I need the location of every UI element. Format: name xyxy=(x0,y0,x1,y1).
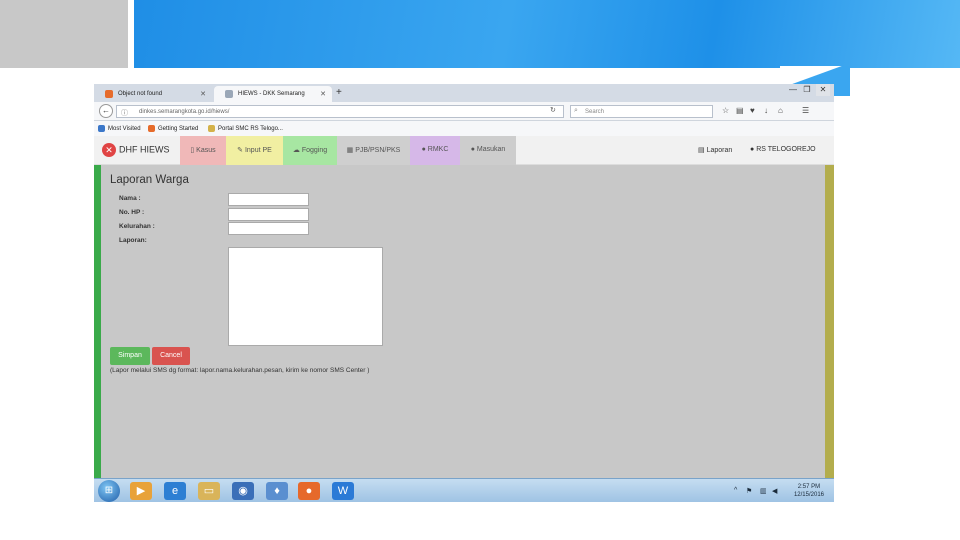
nama-label: Nama : xyxy=(119,195,141,202)
volume-icon[interactable]: ◀ xyxy=(772,487,777,495)
menu-fogging[interactable]: ☁ Fogging xyxy=(283,136,337,165)
flag-icon[interactable]: ⚑ xyxy=(746,487,752,495)
reload-icon[interactable]: ↻ xyxy=(550,106,556,114)
maximize-button[interactable]: ❐ xyxy=(800,84,814,96)
user-link[interactable]: ● RS TELOGOREJO xyxy=(750,146,816,153)
folder-icon xyxy=(208,125,215,132)
browser-screenshot: Object not found ✕ HIEWS - DKK Semarang … xyxy=(94,84,834,502)
word-icon[interactable]: W xyxy=(332,482,354,500)
navigation-bar: ← ⓘ dinkes.semarangkota.go.id/hiews/ ↻ ⌕… xyxy=(94,102,834,121)
bookmark-icon xyxy=(98,125,105,132)
tab-bar: Object not found ✕ HIEWS - DKK Semarang … xyxy=(94,84,834,102)
bookmarks-bar: Most Visited Getting Started Portal SMC … xyxy=(94,121,834,136)
tab-favicon-icon xyxy=(105,90,113,98)
browser-tab-hiews[interactable]: HIEWS - DKK Semarang ✕ xyxy=(214,86,332,102)
app-navbar: ✕ DHF HIEWS ▯ Kasus ✎ Input PE ☁ Fogging … xyxy=(94,136,834,165)
slide: Object not found ✕ HIEWS - DKK Semarang … xyxy=(0,0,960,540)
clock-date: 12/15/2016 xyxy=(793,492,824,498)
internet-explorer-icon[interactable]: e xyxy=(164,482,186,500)
minimize-button[interactable]: — xyxy=(786,84,800,96)
brand-label: DHF HIEWS xyxy=(119,144,170,155)
search-icon: ⌕ xyxy=(574,107,578,114)
app-icon[interactable]: ◉ xyxy=(232,482,254,500)
search-input[interactable]: ⌕ Search xyxy=(570,105,713,118)
security-shield-icon[interactable]: ♦ xyxy=(266,482,288,500)
clock-time: 2:57 PM xyxy=(797,484,821,490)
search-placeholder: Search xyxy=(585,109,605,115)
windows-taskbar: ⊞ ▶ e ▭ ◉ ♦ ● W ^ ⚑ ▥ ◀ 2:57 PM 12/15/20… xyxy=(94,478,834,502)
cancel-button[interactable]: Cancel xyxy=(152,347,190,365)
olive-sidebar-bar xyxy=(825,165,834,478)
new-tab-button[interactable]: + xyxy=(336,87,342,98)
kelurahan-input[interactable] xyxy=(228,222,309,235)
laporan-textarea[interactable] xyxy=(228,247,383,346)
laporan-link[interactable]: ▤ Laporan xyxy=(698,146,732,154)
decorative-blue-banner xyxy=(134,0,960,68)
no-hp-input[interactable] xyxy=(228,208,309,221)
url-bar[interactable]: ⓘ dinkes.semarangkota.go.id/hiews/ xyxy=(116,105,564,118)
pocket-icon[interactable]: ♥ xyxy=(750,106,755,115)
browser-tab-object-not-found[interactable]: Object not found ✕ xyxy=(94,86,212,102)
network-icon[interactable]: ▥ xyxy=(760,487,767,495)
report-icon: ▤ xyxy=(698,147,707,154)
file-explorer-icon[interactable]: ▭ xyxy=(198,482,220,500)
tab-label: Object not found xyxy=(118,91,163,97)
calendar-icon: ▦ xyxy=(346,147,356,154)
menu-kasus[interactable]: ▯ Kasus xyxy=(180,136,226,165)
menu-rmkc[interactable]: ● RMKC xyxy=(410,136,460,165)
media-player-icon[interactable]: ▶ xyxy=(130,482,152,500)
laporan-label: Laporan: xyxy=(119,237,147,244)
green-sidebar-bar xyxy=(94,165,101,478)
menu-input-pe[interactable]: ✎ Input PE xyxy=(226,136,283,165)
start-button[interactable]: ⊞ xyxy=(98,480,120,502)
edit-icon: ✎ xyxy=(237,147,245,154)
tab-favicon-icon xyxy=(225,90,233,98)
menu-pjb[interactable]: ▦ PJB/PSN/PKS xyxy=(337,136,410,165)
page-content: Laporan Warga Nama : No. HP : Kelurahan … xyxy=(94,165,834,478)
tray-expand-icon[interactable]: ^ xyxy=(734,487,737,494)
cloud-icon: ☁ xyxy=(292,147,302,154)
reading-list-icon[interactable]: ▤ xyxy=(736,106,744,115)
bookmark-getting-started[interactable]: Getting Started xyxy=(148,125,198,132)
back-button[interactable]: ← xyxy=(99,104,113,118)
menu-icon[interactable]: ☰ xyxy=(802,106,809,115)
close-tab-icon[interactable]: ✕ xyxy=(320,90,326,98)
clock[interactable]: 2:57 PM 12/15/2016 xyxy=(794,483,824,499)
site-info-icon[interactable]: ⓘ xyxy=(121,108,128,118)
no-hp-label: No. HP : xyxy=(119,209,145,216)
save-button[interactable]: Simpan xyxy=(110,347,150,365)
bookmark-portal-smc[interactable]: Portal SMC RS Telogo... xyxy=(208,125,283,132)
tab-label: HIEWS - DKK Semarang xyxy=(238,91,305,97)
downloads-icon[interactable]: ↓ xyxy=(764,106,768,115)
page-title: Laporan Warga xyxy=(110,174,189,186)
url-text: dinkes.semarangkota.go.id/hiews/ xyxy=(139,109,230,115)
sms-instruction-note: (Lapor melalui SMS dg format: lapor.nama… xyxy=(110,367,370,374)
nama-input[interactable] xyxy=(228,193,309,206)
bookmark-star-icon[interactable]: ☆ xyxy=(722,106,729,115)
close-window-button[interactable]: ✕ xyxy=(816,84,830,96)
bookmark-most-visited[interactable]: Most Visited xyxy=(98,125,141,132)
close-tab-icon[interactable]: ✕ xyxy=(200,90,206,98)
menu-masukan[interactable]: ● Masukan xyxy=(460,136,516,165)
kelurahan-label: Kelurahan : xyxy=(119,223,155,230)
firefox-icon[interactable]: ● xyxy=(298,482,320,500)
mosquito-logo-icon: ✕ xyxy=(102,143,116,157)
firefox-icon xyxy=(148,125,155,132)
brand[interactable]: ✕ DHF HIEWS xyxy=(102,143,170,157)
decorative-grey-block xyxy=(0,0,128,68)
home-icon[interactable]: ⌂ xyxy=(778,106,783,115)
